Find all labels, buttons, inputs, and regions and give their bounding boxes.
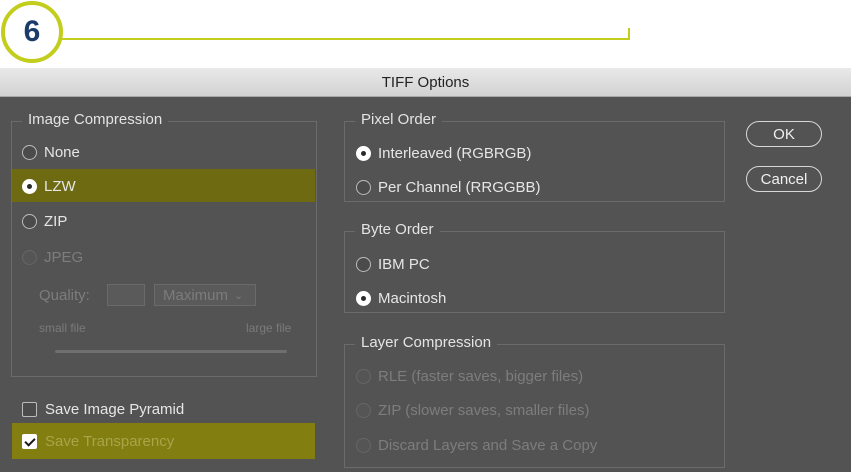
byte-order-macintosh[interactable]: Macintosh	[356, 290, 446, 307]
pixel-order-per-channel[interactable]: Per Channel (RRGGBB)	[356, 179, 541, 196]
step-number: 6	[23, 15, 41, 48]
save-transparency-option[interactable]: Save Transparency	[22, 433, 174, 450]
layer-compression-option-label: Discard Layers and Save a Copy	[378, 437, 598, 454]
radio-jpeg	[22, 250, 37, 265]
radio-per-channel[interactable]	[356, 180, 371, 195]
quality-label-text: Quality:	[39, 287, 90, 304]
layer-compression-rle: RLE (faster saves, bigger files)	[356, 368, 583, 385]
dialog-title: TIFF Options	[381, 73, 470, 91]
byte-order-option-label: Macintosh	[378, 290, 447, 307]
layer-compression-option-label: ZIP (slower saves, smaller files)	[378, 402, 590, 419]
compression-option-label: None	[44, 144, 80, 161]
radio-lzw[interactable]	[22, 179, 37, 194]
quality-select-value: Maximum	[163, 286, 229, 304]
radio-interleaved[interactable]	[356, 146, 371, 161]
byte-order-legend: Byte Order	[355, 221, 440, 238]
compression-option-none[interactable]: None	[22, 144, 80, 161]
radio-rle	[356, 369, 371, 384]
compression-option-label: ZIP	[44, 213, 68, 230]
radio-macintosh[interactable]	[356, 291, 371, 306]
compression-option-label: JPEG	[44, 249, 84, 266]
layer-compression-zip: ZIP (slower saves, smaller files)	[356, 402, 589, 419]
compression-option-label: LZW	[44, 178, 76, 195]
quality-value-field	[107, 284, 145, 306]
radio-discard	[356, 438, 371, 453]
radio-ibm-pc[interactable]	[356, 257, 371, 272]
quality-slider-track	[55, 350, 287, 353]
compression-option-jpeg: JPEG	[22, 249, 83, 266]
small-file-label: small file	[39, 321, 86, 335]
compression-option-lzw[interactable]: LZW	[22, 178, 76, 195]
image-compression-legend: Image Compression	[22, 111, 169, 128]
pixel-order-option-label: Interleaved (RGBRGB)	[378, 145, 532, 162]
layer-compression-discard: Discard Layers and Save a Copy	[356, 437, 597, 454]
quality-label: Quality:	[39, 287, 90, 304]
pixel-order-option-label: Per Channel (RRGGBB)	[378, 179, 541, 196]
radio-zip[interactable]	[22, 214, 37, 229]
dialog-title-bar: TIFF Options	[0, 68, 851, 97]
cancel-button[interactable]: Cancel	[746, 166, 822, 192]
layer-compression-option-label: RLE (faster saves, bigger files)	[378, 368, 584, 385]
large-file-label: large file	[246, 321, 292, 335]
ok-button[interactable]: OK	[746, 121, 822, 147]
byte-order-option-label: IBM PC	[378, 256, 430, 273]
tiff-options-dialog: TIFF Options Image Compression None LZW …	[0, 68, 851, 472]
radio-layer-zip	[356, 403, 371, 418]
chevron-down-icon: ⌄	[234, 289, 244, 302]
quality-select: Maximum ⌄	[154, 284, 256, 306]
byte-order-ibm-pc[interactable]: IBM PC	[356, 256, 430, 273]
pixel-order-legend: Pixel Order	[355, 111, 443, 128]
save-image-pyramid-option[interactable]: Save Image Pyramid	[22, 401, 184, 418]
pixel-order-interleaved[interactable]: Interleaved (RGBRGB)	[356, 145, 531, 162]
step-number-badge: 6	[1, 1, 63, 63]
layer-compression-legend: Layer Compression	[355, 334, 498, 351]
save-transparency-label: Save Transparency	[45, 433, 175, 450]
save-image-pyramid-checkbox[interactable]	[22, 402, 37, 417]
save-transparency-checkbox[interactable]	[22, 434, 37, 449]
radio-none[interactable]	[22, 145, 37, 160]
step-banner-rule	[50, 28, 630, 40]
compression-option-zip[interactable]: ZIP	[22, 213, 67, 230]
save-image-pyramid-label: Save Image Pyramid	[45, 401, 185, 418]
